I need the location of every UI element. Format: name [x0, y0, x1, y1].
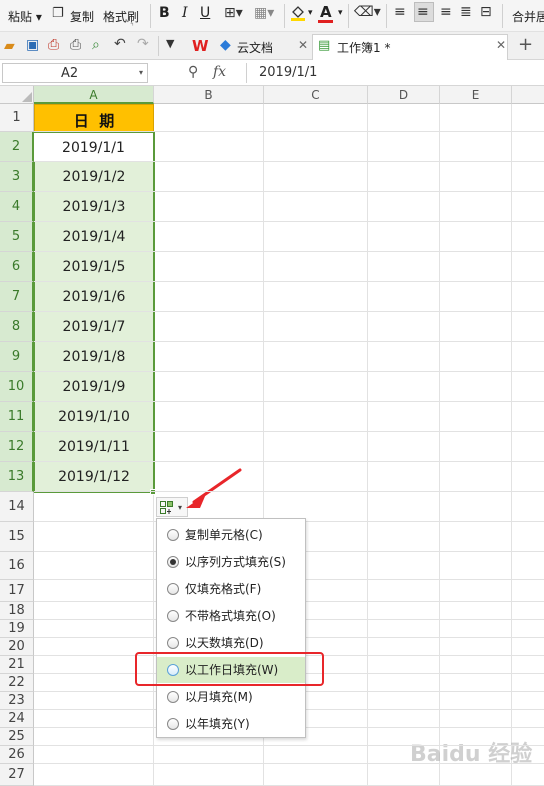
distribute-icon[interactable]: ⊟ — [480, 4, 492, 20]
row-header[interactable]: 22 — [0, 674, 34, 692]
row-header[interactable]: 25 — [0, 728, 34, 746]
row-header[interactable]: 20 — [0, 638, 34, 656]
cell-style-icon[interactable]: ▦▾ — [254, 5, 274, 21]
fill-menu-item[interactable]: 复制单元格(C) — [157, 522, 305, 548]
fill-menu-label: 以年填充(Y) — [185, 717, 250, 731]
zoom-search-icon[interactable]: ⚲ — [188, 64, 198, 80]
radio-icon[interactable] — [167, 583, 179, 595]
function-icon[interactable]: fx — [213, 64, 226, 80]
clear-format-icon[interactable]: ⌫▾ — [354, 4, 381, 20]
copy-icon[interactable]: ❐ — [52, 6, 64, 21]
paste-button[interactable]: 粘贴 ▾ — [8, 8, 42, 25]
font-color-button[interactable]: A — [320, 3, 332, 21]
row-header[interactable]: 14 — [0, 492, 34, 522]
cloud-doc-icon: ◆ — [220, 37, 231, 53]
name-box[interactable]: A2 ▾ — [2, 63, 148, 83]
row-header[interactable]: 18 — [0, 602, 34, 620]
tab-workbook1-label: 工作簿1 * — [337, 41, 391, 55]
undo-icon[interactable]: ↶ — [114, 36, 126, 52]
row-header[interactable]: 19 — [0, 620, 34, 638]
row-header[interactable]: 5 — [0, 222, 34, 252]
export-pdf-icon[interactable]: ⎙ — [48, 37, 59, 53]
row-header[interactable]: 26 — [0, 746, 34, 764]
justify-icon[interactable]: ≣ — [460, 4, 472, 20]
fill-menu-label: 以月填充(M) — [185, 690, 253, 704]
print-icon[interactable]: ⎙ — [70, 37, 81, 53]
bold-button[interactable]: B — [159, 5, 170, 21]
more-chevron-icon[interactable]: ▼ — [166, 37, 174, 50]
row-header[interactable]: 24 — [0, 710, 34, 728]
fill-menu-item[interactable]: 以月填充(M) — [157, 684, 305, 710]
redo-icon[interactable]: ↷ — [137, 36, 149, 52]
column-header-a[interactable]: A — [34, 86, 154, 104]
row-header[interactable]: 21 — [0, 656, 34, 674]
align-right-icon[interactable]: ≡ — [440, 4, 452, 20]
fill-menu-label: 仅填充格式(F) — [185, 582, 262, 596]
column-header-b[interactable]: B — [154, 86, 264, 104]
row-header[interactable]: 3 — [0, 162, 34, 192]
autofill-options-menu: 复制单元格(C) 以序列方式填充(S) 仅填充格式(F) 不带格式填充(O) 以天数填充… — [156, 518, 306, 738]
red-highlight-box — [135, 652, 324, 686]
close-tab-icon[interactable]: ✕ — [298, 38, 308, 52]
row-header[interactable]: 4 — [0, 192, 34, 222]
fill-menu-item[interactable]: 以序列方式填充(S) — [157, 549, 305, 575]
italic-button[interactable]: I — [182, 5, 188, 21]
column-header-c[interactable]: C — [264, 86, 368, 104]
fill-menu-label: 不带格式填充(O) — [185, 609, 276, 623]
row-header[interactable]: 17 — [0, 580, 34, 602]
open-folder-icon[interactable]: ▰ — [4, 38, 15, 54]
row-header[interactable]: 16 — [0, 552, 34, 580]
row-header[interactable]: 6 — [0, 252, 34, 282]
border-icon[interactable]: ⊞▾ — [224, 5, 243, 21]
formula-bar: A2 ▾ ⚲ fx 2019/1/1 — [0, 60, 544, 86]
selection-border — [33, 132, 155, 493]
row-header[interactable]: 8 — [0, 312, 34, 342]
align-left-icon[interactable]: ≡ — [394, 4, 406, 20]
radio-icon[interactable] — [167, 610, 179, 622]
fill-handle[interactable] — [150, 489, 156, 495]
autofill-icon — [160, 501, 173, 514]
name-box-dropdown-icon[interactable]: ▾ — [139, 68, 143, 77]
row-header[interactable]: 1 — [0, 104, 34, 132]
row-header[interactable]: 2 — [0, 132, 34, 162]
column-header-d[interactable]: D — [368, 86, 440, 104]
radio-icon[interactable] — [167, 691, 179, 703]
fill-color-icon[interactable] — [290, 4, 306, 21]
radio-icon[interactable] — [167, 718, 179, 730]
spreadsheet-icon: ▤ — [318, 38, 331, 53]
merge-center-button[interactable]: 合并居 — [512, 8, 544, 25]
quick-access-bar: ▰ ▣ ⎙ ⎙ ⌕ ↶ ↷ ▼ W ◆ 云文档 ✕ ▤ 工作簿1 * ✕ + — [0, 32, 544, 60]
fill-menu-label: 以序列方式填充(S) — [185, 555, 286, 569]
row-header[interactable]: 12 — [0, 432, 34, 462]
row-header[interactable]: 7 — [0, 282, 34, 312]
font-color-swatch — [318, 20, 333, 23]
row-header[interactable]: 13 — [0, 462, 34, 492]
fill-menu-item[interactable]: 不带格式填充(O) — [157, 603, 305, 629]
row-header[interactable]: 23 — [0, 692, 34, 710]
row-header[interactable]: 15 — [0, 522, 34, 552]
save-icon[interactable]: ▣ — [26, 37, 39, 53]
tab-cloud-docs[interactable]: 云文档 — [237, 39, 273, 56]
column-header-e[interactable]: E — [440, 86, 512, 104]
ribbon-toolbar: 粘贴 ▾ ❐ 复制 格式刷 B I U ⊞▾ ▦▾ ▾ A ▾ ⌫▾ ≡ ≡ ≡… — [0, 0, 544, 32]
cell-a1-header[interactable]: 日 期 — [34, 104, 154, 132]
row-header[interactable]: 9 — [0, 342, 34, 372]
row-header[interactable]: 11 — [0, 402, 34, 432]
radio-icon[interactable] — [167, 637, 179, 649]
row-header[interactable]: 10 — [0, 372, 34, 402]
radio-icon[interactable] — [167, 556, 179, 568]
select-all-corner[interactable] — [0, 86, 34, 104]
row-header[interactable]: 27 — [0, 764, 34, 786]
fill-menu-item[interactable]: 仅填充格式(F) — [157, 576, 305, 602]
formula-input[interactable]: 2019/1/1 — [246, 63, 542, 83]
close-workbook-tab-icon[interactable]: ✕ — [496, 38, 506, 52]
print-preview-icon[interactable]: ⌕ — [92, 37, 100, 53]
copy-button[interactable]: 复制 — [70, 8, 94, 25]
fill-menu-label: 复制单元格(C) — [185, 528, 263, 542]
wps-logo-icon[interactable]: W — [192, 37, 209, 55]
new-tab-icon[interactable]: + — [518, 34, 533, 55]
radio-icon[interactable] — [167, 529, 179, 541]
underline-button[interactable]: U — [200, 5, 210, 21]
fill-menu-item[interactable]: 以年填充(Y) — [157, 711, 305, 737]
